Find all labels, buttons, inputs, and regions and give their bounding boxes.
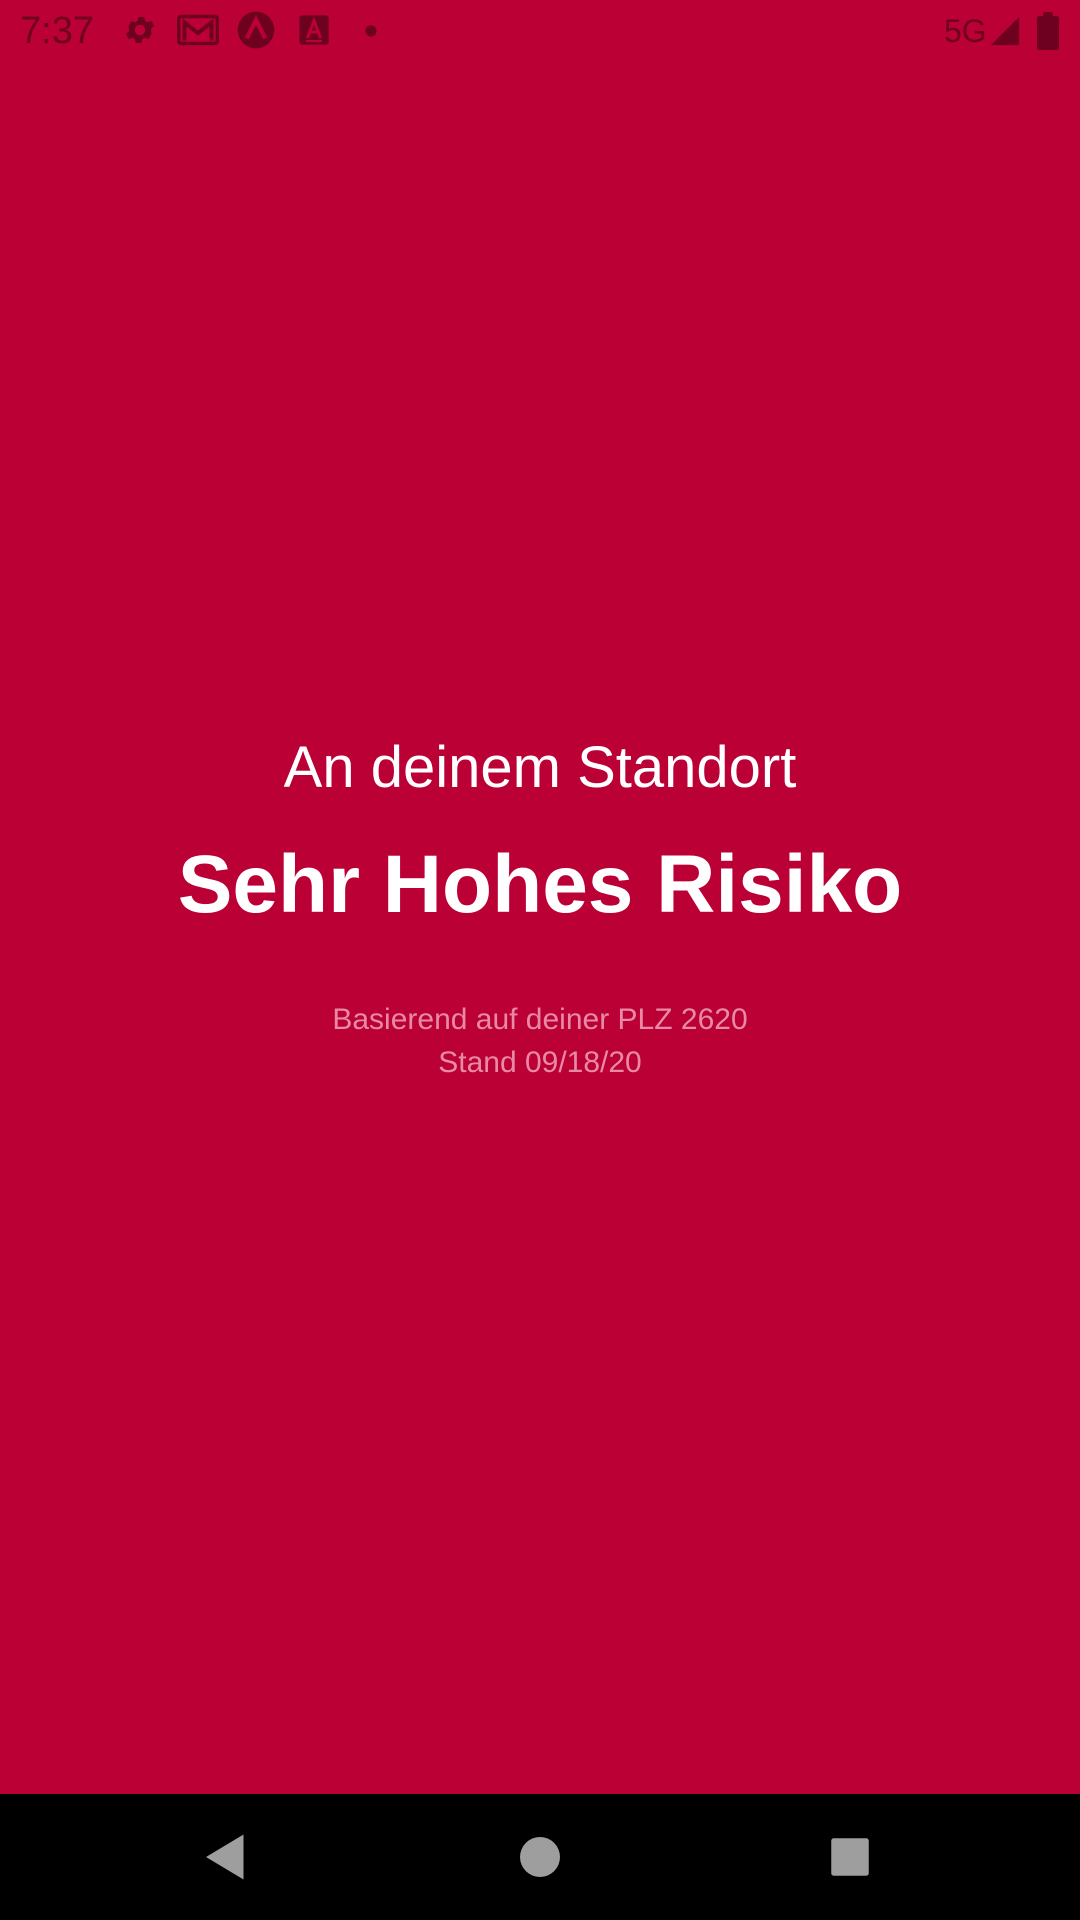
settings-icon xyxy=(125,16,155,44)
notification-dot-icon xyxy=(365,25,377,37)
recents-icon[interactable] xyxy=(820,1827,880,1887)
postal-code-info: Basierend auf deiner PLZ 2620 xyxy=(332,1003,748,1036)
status-time: 7:37 xyxy=(20,10,94,52)
risk-level-title: Sehr Hohes Risiko xyxy=(177,839,903,930)
screen: 7:37 5G An deinem Standort Sehr Hohes Ri… xyxy=(0,0,1080,1920)
date-info: Stand 09/18/20 xyxy=(438,1046,642,1079)
gmail-icon xyxy=(177,14,219,46)
text-app-icon xyxy=(299,15,329,45)
app-icon xyxy=(237,11,275,49)
status-bar: 7:37 5G xyxy=(0,0,1080,63)
signal-icon xyxy=(990,16,1020,46)
home-icon[interactable] xyxy=(510,1827,570,1887)
battery-icon xyxy=(1036,12,1060,50)
network-type: 5G xyxy=(944,13,987,49)
location-heading: An deinem Standort xyxy=(283,735,797,800)
navigation-bar xyxy=(0,1794,1080,1920)
back-icon[interactable] xyxy=(196,1827,256,1887)
info-block: Basierend auf deiner PLZ 2620 Stand 09/1… xyxy=(0,998,1080,1084)
